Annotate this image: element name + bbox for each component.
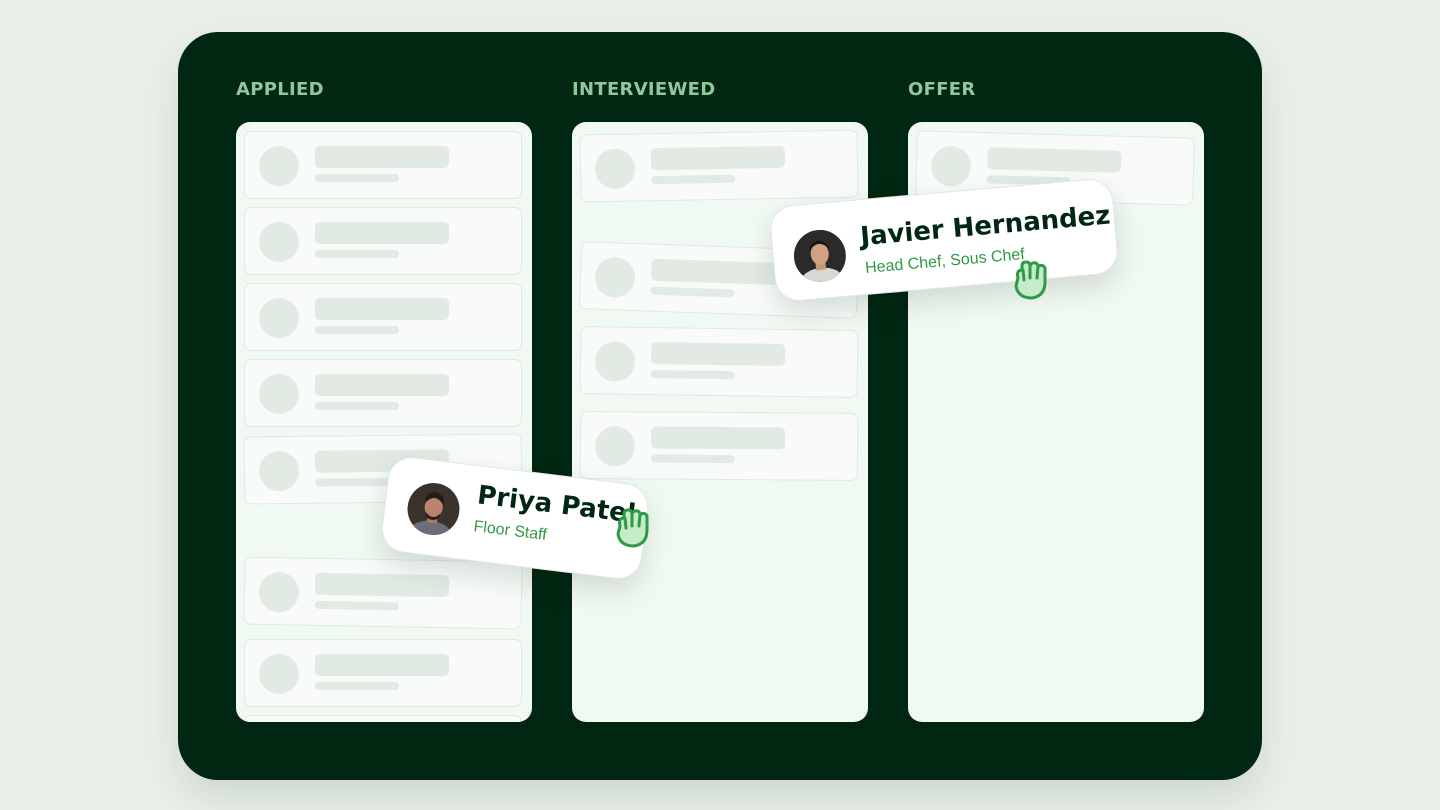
placeholder-card[interactable] — [579, 411, 859, 481]
placeholder-card[interactable] — [243, 556, 523, 630]
placeholder-card[interactable] — [244, 283, 522, 351]
placeholder-card[interactable] — [244, 715, 522, 722]
grab-hand-icon — [1014, 260, 1047, 300]
column-title-offer: OFFER — [908, 79, 976, 100]
avatar — [404, 480, 463, 538]
placeholder-card[interactable] — [244, 359, 522, 427]
placeholder-card[interactable] — [244, 639, 522, 707]
avatar — [791, 227, 849, 285]
column-title-interviewed: INTERVIEWED — [572, 79, 716, 100]
placeholder-card[interactable] — [244, 131, 522, 199]
placeholder-card[interactable] — [244, 207, 522, 275]
candidate-name: Javier Hernandez — [859, 200, 1112, 253]
placeholder-card[interactable] — [579, 129, 859, 203]
column-applied[interactable] — [236, 122, 532, 722]
placeholder-card[interactable] — [579, 326, 859, 398]
candidate-role: Head Chef, Sous Chef — [864, 246, 1026, 277]
column-title-applied: APPLIED — [236, 79, 324, 100]
candidate-role: Floor Staff — [472, 518, 548, 544]
grab-hand-icon — [616, 508, 649, 548]
